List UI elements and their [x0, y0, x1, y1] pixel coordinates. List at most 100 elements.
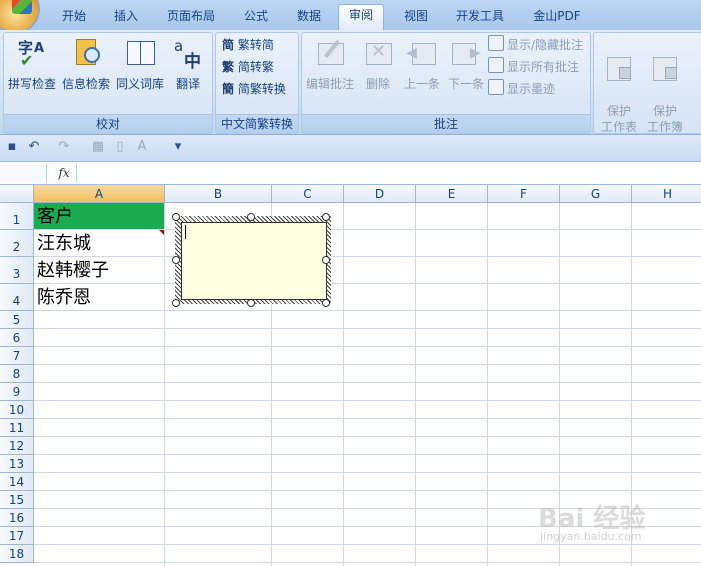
resize-handle-nw[interactable]: [172, 213, 180, 221]
comments-group-label: 批注: [302, 114, 590, 133]
tab-review[interactable]: 审阅: [338, 4, 384, 31]
ribbon-tab-bar: 开始 插入 页面布局 公式 数据 审阅 视图 开发工具 金山PDF: [0, 0, 701, 32]
resize-handle-e[interactable]: [322, 256, 330, 264]
name-box[interactable]: [0, 164, 47, 182]
formula-bar: fx: [0, 162, 701, 185]
select-all-corner[interactable]: [0, 185, 34, 203]
delete-comment-button[interactable]: ✕ 删除: [358, 35, 398, 107]
translate-icon: a 中: [174, 37, 201, 72]
tab-kingsoft-pdf[interactable]: 金山PDF: [528, 6, 586, 30]
text-caret: [185, 225, 186, 239]
simp-trad-convert-button[interactable]: 簡 简繁转换: [222, 79, 286, 99]
resize-handle-ne[interactable]: [322, 213, 330, 221]
show-ink-button[interactable]: 显示墨迹: [488, 79, 555, 99]
row-header-13[interactable]: 13: [0, 455, 34, 473]
tab-developer[interactable]: 开发工具: [450, 6, 510, 30]
research-button[interactable]: 信息检索: [60, 35, 112, 107]
row-header-9[interactable]: 9: [0, 383, 34, 401]
borders-icon[interactable]: ▦: [90, 139, 106, 155]
column-header-d[interactable]: D: [344, 185, 416, 203]
chinese-conversion-group-label: 中文简繁转换: [216, 114, 298, 133]
office-logo-icon: [12, 0, 32, 14]
trad-to-simp-button[interactable]: 简 繁转简: [222, 35, 274, 55]
row-header-3[interactable]: 3: [0, 257, 34, 284]
font-color-icon[interactable]: A: [134, 139, 150, 155]
row-header-2[interactable]: 2: [0, 230, 34, 257]
row-header-8[interactable]: 8: [0, 365, 34, 383]
column-header-b[interactable]: B: [165, 185, 272, 203]
resize-handle-s[interactable]: [247, 299, 255, 307]
row-header-7[interactable]: 7: [0, 347, 34, 365]
cell-a2[interactable]: 汪东城: [34, 230, 164, 256]
formula-input[interactable]: [80, 165, 701, 181]
comment-indicator-icon: [159, 230, 164, 235]
column-header-f[interactable]: F: [488, 185, 560, 203]
column-header-e[interactable]: E: [416, 185, 488, 203]
show-ink-icon: [488, 79, 504, 95]
row-header-12[interactable]: 12: [0, 437, 34, 455]
row-header-18[interactable]: 18: [0, 545, 34, 563]
tab-page-layout[interactable]: 页面布局: [162, 6, 220, 30]
show-hide-comment-button[interactable]: 显示/隐藏批注: [488, 35, 583, 55]
comments-group: 编辑批注 ✕ 删除 ◀ 上一条 ▶ 下一条 显示/隐藏批注 显示所有批注 显示墨…: [301, 32, 591, 134]
thesaurus-book-icon: [124, 37, 156, 69]
cell-a4[interactable]: 陈乔恩: [34, 284, 164, 310]
customize-toolbar-icon[interactable]: ▾: [170, 139, 186, 155]
row-header-16[interactable]: 16: [0, 509, 34, 527]
tab-home[interactable]: 开始: [56, 6, 92, 30]
undo-icon[interactable]: ↶: [26, 139, 42, 155]
insert-function-button[interactable]: fx: [52, 164, 77, 182]
next-comment-button[interactable]: ▶ 下一条: [444, 35, 488, 107]
delete-comment-icon: ✕: [362, 37, 394, 69]
resize-handle-se[interactable]: [322, 299, 330, 307]
show-hide-comment-icon: [488, 35, 504, 51]
simp-to-trad-button[interactable]: 繁 简转繁: [222, 57, 274, 77]
save-icon[interactable]: ▪: [4, 139, 20, 155]
previous-comment-button[interactable]: ◀ 上一条: [400, 35, 444, 107]
chinese-conversion-group: 简 繁转简 繁 简转繁 簡 简繁转换 中文简繁转换: [215, 32, 299, 134]
protect-sheet-icon: [603, 53, 635, 85]
tab-view[interactable]: 视图: [398, 6, 434, 30]
edit-comment-icon: [314, 37, 346, 69]
quick-access-toolbar: ▪ ↶ ↷ ▦ ▯ A ▾: [0, 135, 701, 162]
resize-handle-n[interactable]: [247, 213, 255, 221]
row-header-6[interactable]: 6: [0, 329, 34, 347]
column-header-c[interactable]: C: [272, 185, 344, 203]
resize-handle-sw[interactable]: [172, 299, 180, 307]
simp-trad-convert-icon: 簡: [222, 82, 235, 96]
row-header-1[interactable]: 1: [0, 203, 34, 230]
tab-data[interactable]: 数据: [291, 6, 327, 30]
translate-button[interactable]: a 中 翻译: [168, 35, 208, 107]
research-icon: [70, 37, 102, 69]
cell-a3[interactable]: 赵韩樱子: [34, 257, 164, 283]
redo-icon[interactable]: ↷: [56, 139, 72, 155]
row-header-17[interactable]: 17: [0, 527, 34, 545]
resize-handle-w[interactable]: [172, 256, 180, 264]
row-header-14[interactable]: 14: [0, 473, 34, 491]
protect-sheet-button[interactable]: 保护 工作表: [596, 35, 642, 134]
thesaurus-button[interactable]: 同义词库: [114, 35, 166, 107]
column-header-g[interactable]: G: [560, 185, 632, 203]
row-header-4[interactable]: 4: [0, 284, 34, 311]
spelling-button[interactable]: 字 A ✔ 拼写检查: [6, 35, 58, 107]
comment-box[interactable]: [181, 222, 327, 300]
changes-group: 保护 工作表 保护 工作簿: [593, 32, 701, 134]
row-header-5[interactable]: 5: [0, 311, 34, 329]
new-file-icon[interactable]: ▯: [112, 139, 128, 155]
row-header-15[interactable]: 15: [0, 491, 34, 509]
protect-workbook-button[interactable]: 保护 工作簿: [642, 35, 688, 134]
column-header-a[interactable]: A: [34, 185, 165, 203]
show-all-comments-button[interactable]: 显示所有批注: [488, 57, 579, 77]
ribbon: 字 A ✔ 拼写检查 信息检索 同义词库 a 中 翻译 校对 简 繁转简 繁 简…: [0, 30, 701, 135]
next-comment-icon: ▶: [450, 37, 482, 69]
watermark-url: jingyan.baidu.com: [540, 530, 642, 543]
column-header-h[interactable]: H: [632, 185, 701, 203]
proofing-group-label: 校对: [4, 114, 212, 133]
cell-a1[interactable]: 客户: [34, 203, 164, 229]
tab-formulas[interactable]: 公式: [238, 6, 274, 30]
tab-insert[interactable]: 插入: [108, 6, 144, 30]
edit-comment-button[interactable]: 编辑批注: [304, 35, 356, 107]
row-header-10[interactable]: 10: [0, 401, 34, 419]
proofing-group: 字 A ✔ 拼写检查 信息检索 同义词库 a 中 翻译 校对: [3, 32, 213, 134]
row-header-11[interactable]: 11: [0, 419, 34, 437]
